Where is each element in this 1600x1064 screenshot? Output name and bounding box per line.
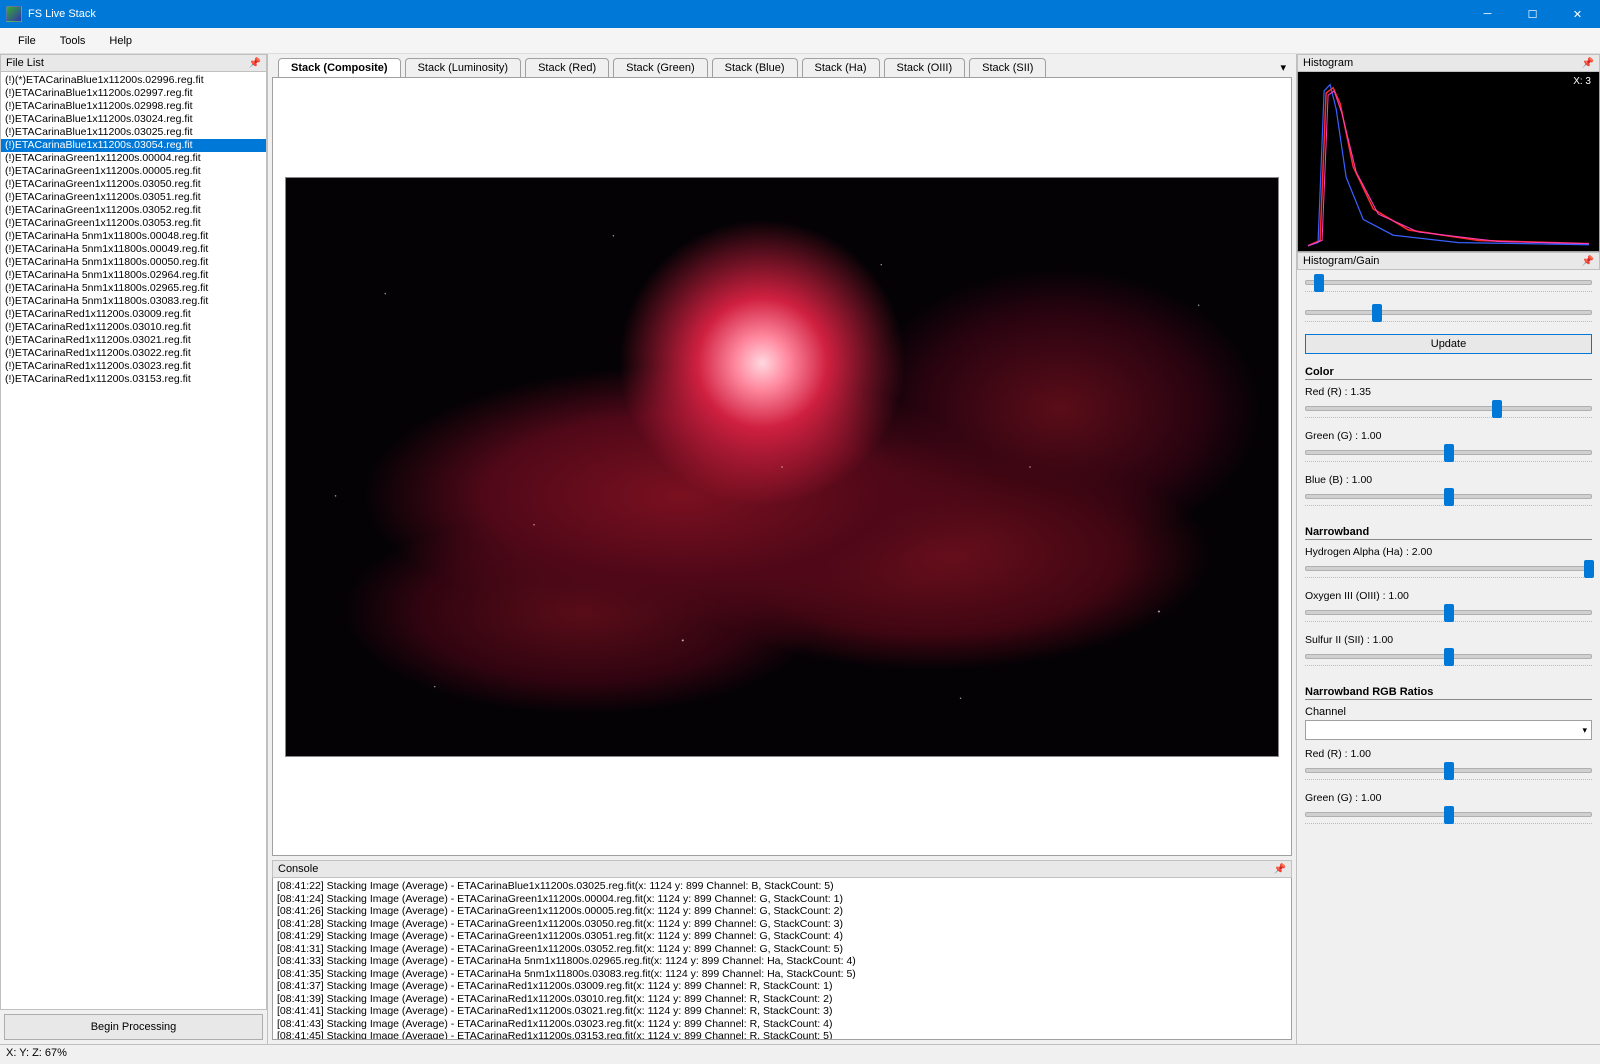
tab-stack--oiii-[interactable]: Stack (OIII) [884, 58, 966, 77]
file-item[interactable]: (!)ETACarinaHa 5nm1x11800s.03083.reg.fit [1, 295, 266, 308]
file-item[interactable]: (!)ETACarinaGreen1x11200s.00004.reg.fit [1, 152, 266, 165]
sii-slider[interactable] [1305, 648, 1592, 666]
menu-help[interactable]: Help [97, 31, 144, 51]
file-item[interactable]: (!)ETACarinaBlue1x11200s.03024.reg.fit [1, 113, 266, 126]
file-item[interactable]: (!)ETACarinaBlue1x11200s.02998.reg.fit [1, 100, 266, 113]
tab-bar: Stack (Composite)Stack (Luminosity)Stack… [272, 58, 1292, 77]
menu-tools[interactable]: Tools [48, 31, 98, 51]
file-item[interactable]: (!)ETACarinaBlue1x11200s.03025.reg.fit [1, 126, 266, 139]
ratio-green-slider[interactable] [1305, 806, 1592, 824]
chevron-down-icon: ▾ [1578, 725, 1591, 736]
menu-file[interactable]: File [6, 31, 48, 51]
file-item[interactable]: (!)ETACarinaGreen1x11200s.00005.reg.fit [1, 165, 266, 178]
file-item[interactable]: (!)ETACarinaBlue1x11200s.02997.reg.fit [1, 87, 266, 100]
tab-stack--green-[interactable]: Stack (Green) [613, 58, 707, 77]
ha-slider-label: Hydrogen Alpha (Ha) : 2.00 [1305, 546, 1592, 558]
red-slider-label: Red (R) : 1.35 [1305, 386, 1592, 398]
tab-stack--sii-[interactable]: Stack (SII) [969, 58, 1046, 77]
pin-icon[interactable]: 📌 [1582, 256, 1594, 267]
file-item[interactable]: (!)ETACarinaGreen1x11200s.03053.reg.fit [1, 217, 266, 230]
oiii-slider-label: Oxygen III (OIII) : 1.00 [1305, 590, 1592, 602]
app-title: FS Live Stack [28, 8, 96, 20]
ratio-red-label: Red (R) : 1.00 [1305, 748, 1592, 760]
status-bar: X: Y: Z: 67% [0, 1044, 1600, 1064]
ratios-section-header: Narrowband RGB Ratios [1305, 686, 1592, 700]
file-item[interactable]: (!)ETACarinaRed1x11200s.03022.reg.fit [1, 347, 266, 360]
titlebar: FS Live Stack ─ ☐ ✕ [0, 0, 1600, 28]
tab-stack--luminosity-[interactable]: Stack (Luminosity) [405, 58, 521, 77]
narrowband-section-header: Narrowband [1305, 526, 1592, 540]
gain-slider-1[interactable] [1305, 274, 1592, 292]
gain-slider-2[interactable] [1305, 304, 1592, 322]
file-item[interactable]: (!)ETACarinaHa 5nm1x11800s.00048.reg.fit [1, 230, 266, 243]
tab-dropdown-icon[interactable]: ▾ [1274, 58, 1292, 77]
stacked-image [285, 177, 1279, 757]
color-section-header: Color [1305, 366, 1592, 380]
file-item[interactable]: (!)ETACarinaGreen1x11200s.03050.reg.fit [1, 178, 266, 191]
file-item[interactable]: (!)ETACarinaHa 5nm1x11800s.00050.reg.fit [1, 256, 266, 269]
file-item[interactable]: (!)ETACarinaRed1x11200s.03023.reg.fit [1, 360, 266, 373]
red-slider[interactable] [1305, 400, 1592, 418]
file-item[interactable]: (!)ETACarinaRed1x11200s.03153.reg.fit [1, 373, 266, 386]
image-viewport[interactable] [272, 77, 1292, 856]
channel-label: Channel [1305, 706, 1592, 718]
file-item[interactable]: (!)ETACarinaBlue1x11200s.03054.reg.fit [1, 139, 266, 152]
minimize-button[interactable]: ─ [1465, 0, 1510, 28]
histogram-x-label: X: 3 [1573, 76, 1591, 87]
app-icon [6, 6, 22, 22]
green-slider-label: Green (G) : 1.00 [1305, 430, 1592, 442]
pin-icon[interactable]: 📌 [1582, 58, 1594, 69]
sii-slider-label: Sulfur II (SII) : 1.00 [1305, 634, 1592, 646]
file-item[interactable]: (!)ETACarinaHa 5nm1x11800s.02965.reg.fit [1, 282, 266, 295]
tab-stack--ha-[interactable]: Stack (Ha) [802, 58, 880, 77]
gain-header: Histogram/Gain 📌 [1297, 252, 1600, 270]
console-output[interactable]: [08:41:22] Stacking Image (Average) - ET… [272, 878, 1292, 1040]
file-item[interactable]: (!)ETACarinaGreen1x11200s.03051.reg.fit [1, 191, 266, 204]
ratio-green-label: Green (G) : 1.00 [1305, 792, 1592, 804]
update-button[interactable]: Update [1305, 334, 1592, 354]
file-item[interactable]: (!)ETACarinaRed1x11200s.03021.reg.fit [1, 334, 266, 347]
file-item[interactable]: (!)(*)ETACarinaBlue1x11200s.02996.reg.fi… [1, 74, 266, 87]
oiii-slider[interactable] [1305, 604, 1592, 622]
file-item[interactable]: (!)ETACarinaRed1x11200s.03009.reg.fit [1, 308, 266, 321]
blue-slider-label: Blue (B) : 1.00 [1305, 474, 1592, 486]
file-item[interactable]: (!)ETACarinaRed1x11200s.03010.reg.fit [1, 321, 266, 334]
tab-stack--blue-[interactable]: Stack (Blue) [712, 58, 798, 77]
maximize-button[interactable]: ☐ [1510, 0, 1555, 28]
file-item[interactable]: (!)ETACarinaHa 5nm1x11800s.00049.reg.fit [1, 243, 266, 256]
console-header: Console 📌 [272, 860, 1292, 878]
file-list-header: File List 📌 [0, 54, 267, 72]
pin-icon[interactable]: 📌 [1274, 864, 1286, 875]
pin-icon[interactable]: 📌 [249, 58, 261, 69]
file-item[interactable]: (!)ETACarinaHa 5nm1x11800s.02964.reg.fit [1, 269, 266, 282]
tab-stack--composite-[interactable]: Stack (Composite) [278, 58, 401, 77]
begin-processing-button[interactable]: Begin Processing [4, 1014, 263, 1040]
green-slider[interactable] [1305, 444, 1592, 462]
blue-slider[interactable] [1305, 488, 1592, 506]
histogram-plot: X: 3 [1297, 72, 1600, 252]
close-button[interactable]: ✕ [1555, 0, 1600, 28]
ha-slider[interactable] [1305, 560, 1592, 578]
ratio-red-slider[interactable] [1305, 762, 1592, 780]
tab-stack--red-[interactable]: Stack (Red) [525, 58, 609, 77]
histogram-header: Histogram 📌 [1297, 54, 1600, 72]
menubar: File Tools Help [0, 28, 1600, 54]
file-item[interactable]: (!)ETACarinaGreen1x11200s.03052.reg.fit [1, 204, 266, 217]
file-list[interactable]: (!)(*)ETACarinaBlue1x11200s.02996.reg.fi… [0, 72, 267, 1010]
channel-combo[interactable]: ▾ [1305, 720, 1592, 740]
